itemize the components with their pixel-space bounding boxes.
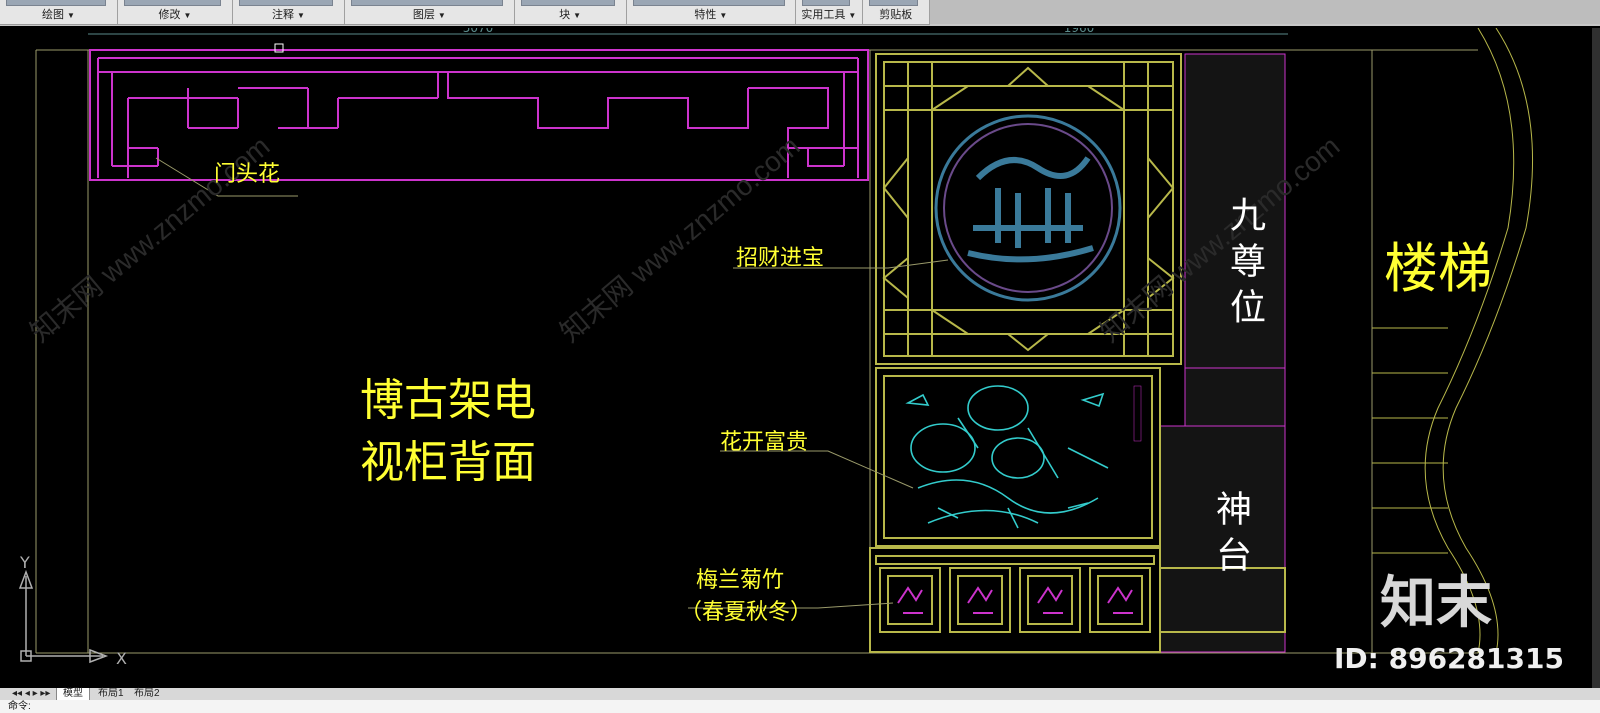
ribbon-group-label[interactable]: 修改 ▼ [118,6,232,22]
label-stairs: 楼梯 [1384,237,1492,300]
command-prompt: 命令: [8,701,31,712]
ribbon-group-text: 块 [559,9,571,21]
ribbon-empty-area [930,0,1600,24]
label-shrine: 神台 [1210,490,1251,582]
ucs-y-label: Y [19,553,30,572]
chevron-down-icon[interactable]: ▼ [67,11,75,20]
ribbon: 绘图 ▼ 修改 ▼ 注释 ▼ 图层 ▼ 块 ▼ 特性 ▼ 实用工具 ▼ 剪贴板 [0,0,1600,26]
chevron-down-icon[interactable]: ▼ [719,11,727,20]
tab-nav-arrows[interactable]: ◂◂ ◂ ▸ ▸▸ [6,688,56,700]
ribbon-group-text: 实用工具 [801,9,846,21]
ribbon-group-7[interactable]: 剪贴板 [863,0,930,24]
label-fortune: 招财进宝 [736,246,825,271]
chevron-down-icon[interactable]: ▼ [184,11,192,20]
peony-carving [905,385,1109,529]
label-door-flower: 门头花 [214,162,281,187]
ribbon-group-4[interactable]: 块 ▼ [515,0,627,24]
ribbon-group-text: 剪贴板 [879,9,913,21]
ribbon-group-label[interactable]: 块 ▼ [515,6,626,22]
chevron-down-icon[interactable]: ▼ [438,11,446,20]
label-four-gentlemen-1: 梅兰菊竹 [696,568,785,593]
ribbon-group-1[interactable]: 修改 ▼ [118,0,233,24]
ribbon-group-text: 图层 [412,9,435,21]
label-back-panel-1: 博古架电 [360,375,536,426]
drawing-viewport[interactable]: 5070 1960 Y X 知末网 www.znzmo.com 知末网 www.… [8,28,1592,688]
dimension-right: 1960 [1064,28,1095,35]
fortune-carving [967,156,1094,263]
tab-layout2[interactable]: 布局2 [128,688,166,700]
chevron-down-icon[interactable]: ▼ [848,11,856,20]
layout-tabs: ◂◂ ◂ ▸ ▸▸ 模型 布局1 布局2 [0,688,1600,701]
leader-lines [155,157,949,609]
chevron-down-icon[interactable]: ▼ [573,11,581,20]
tab-layout1[interactable]: 布局1 [92,688,130,700]
ribbon-group-text: 绘图 [42,9,65,21]
cad-drawing: 5070 1960 Y X [18,28,1533,668]
brand-logo: 知末 [1380,571,1492,636]
label-back-panel-2: 视柜背面 [360,437,536,488]
ribbon-group-2[interactable]: 注释 ▼ [233,0,346,24]
ucs-icon [18,569,109,664]
ribbon-group-text: 注释 [272,9,295,21]
ribbon-group-5[interactable]: 特性 ▼ [627,0,797,24]
ribbon-group-6[interactable]: 实用工具 ▼ [796,0,863,24]
chevron-down-icon[interactable]: ▼ [297,11,305,20]
ribbon-group-label[interactable]: 特性 ▼ [627,6,796,22]
tool-palette-strip[interactable] [1592,28,1600,688]
command-line[interactable]: 命令: [0,700,1600,713]
label-four-gentlemen-2: （春夏秋冬） [680,600,813,625]
ucs-x-label: X [116,649,127,668]
ribbon-group-label[interactable]: 剪贴板 [863,6,929,22]
ribbon-group-3[interactable]: 图层 ▼ [345,0,515,24]
peony-seal [1133,385,1142,442]
label-nine-seats: 九尊位 [1224,196,1265,334]
ribbon-group-label[interactable]: 图层 ▼ [345,6,514,22]
dimension-left: 5070 [463,28,494,35]
ribbon-panel-bar: 绘图 ▼ 修改 ▼ 注释 ▼ 图层 ▼ 块 ▼ 特性 ▼ 实用工具 ▼ 剪贴板 [0,0,930,25]
label-peony: 花开富贵 [720,430,809,455]
ribbon-group-label[interactable]: 绘图 ▼ [0,6,117,22]
brand-id: ID: 896281315 [1334,642,1564,675]
ribbon-group-text: 特性 [694,9,717,21]
ribbon-group-0[interactable]: 绘图 ▼ [0,0,118,24]
ribbon-group-label[interactable]: 注释 ▼ [233,6,344,22]
ribbon-group-label[interactable]: 实用工具 ▼ [796,6,861,22]
ribbon-group-text: 修改 [158,9,181,21]
